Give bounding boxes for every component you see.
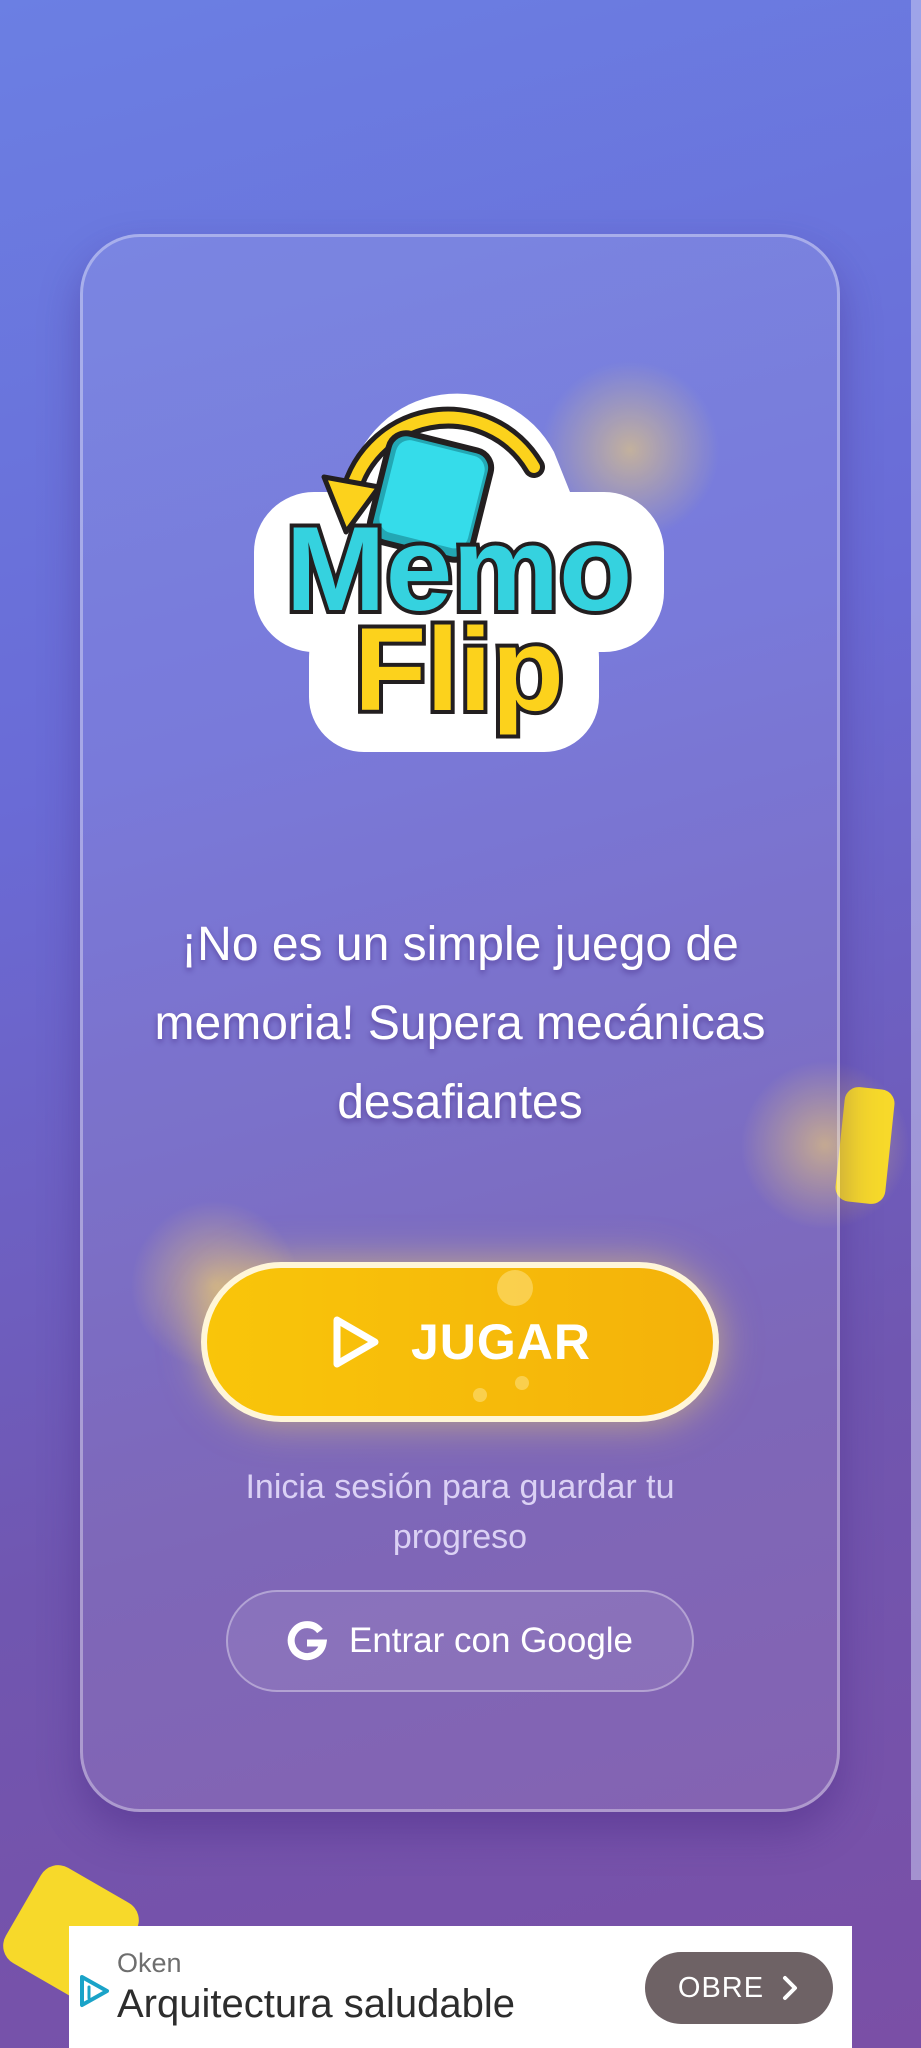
ad-cta-button[interactable]: OBRE xyxy=(645,1952,833,2024)
logo-text-flip: Flip xyxy=(354,604,564,736)
login-hint: Inicia sesión para guardar tu progreso xyxy=(245,1468,675,1556)
ad-choices-icon[interactable] xyxy=(77,1974,111,2008)
memo-flip-logo: Memo Flip xyxy=(254,393,664,752)
play-button[interactable]: JUGAR xyxy=(201,1262,719,1422)
google-icon xyxy=(287,1621,327,1661)
decorative-bubble xyxy=(497,1270,533,1306)
ad-headline[interactable]: Arquitectura saludable xyxy=(117,1982,515,2027)
chevron-right-icon xyxy=(783,1976,798,2000)
decorative-bubble xyxy=(515,1376,529,1390)
decorative-bubble xyxy=(473,1388,487,1402)
tagline: ¡No es un simple juego de memoria! Super… xyxy=(154,918,766,1129)
ad-advertiser: Oken xyxy=(117,1948,182,1978)
play-icon xyxy=(333,1316,379,1368)
play-button-label: JUGAR xyxy=(410,1314,592,1370)
google-signin-label: Entrar con Google xyxy=(348,1621,634,1660)
ad-cta-label: OBRE xyxy=(677,1971,765,2004)
scrollbar[interactable] xyxy=(911,0,921,1880)
google-signin-button[interactable]: Entrar con Google xyxy=(226,1590,694,1692)
ad-banner[interactable]: Oken Arquitectura saludable OBRE xyxy=(69,1926,852,2048)
